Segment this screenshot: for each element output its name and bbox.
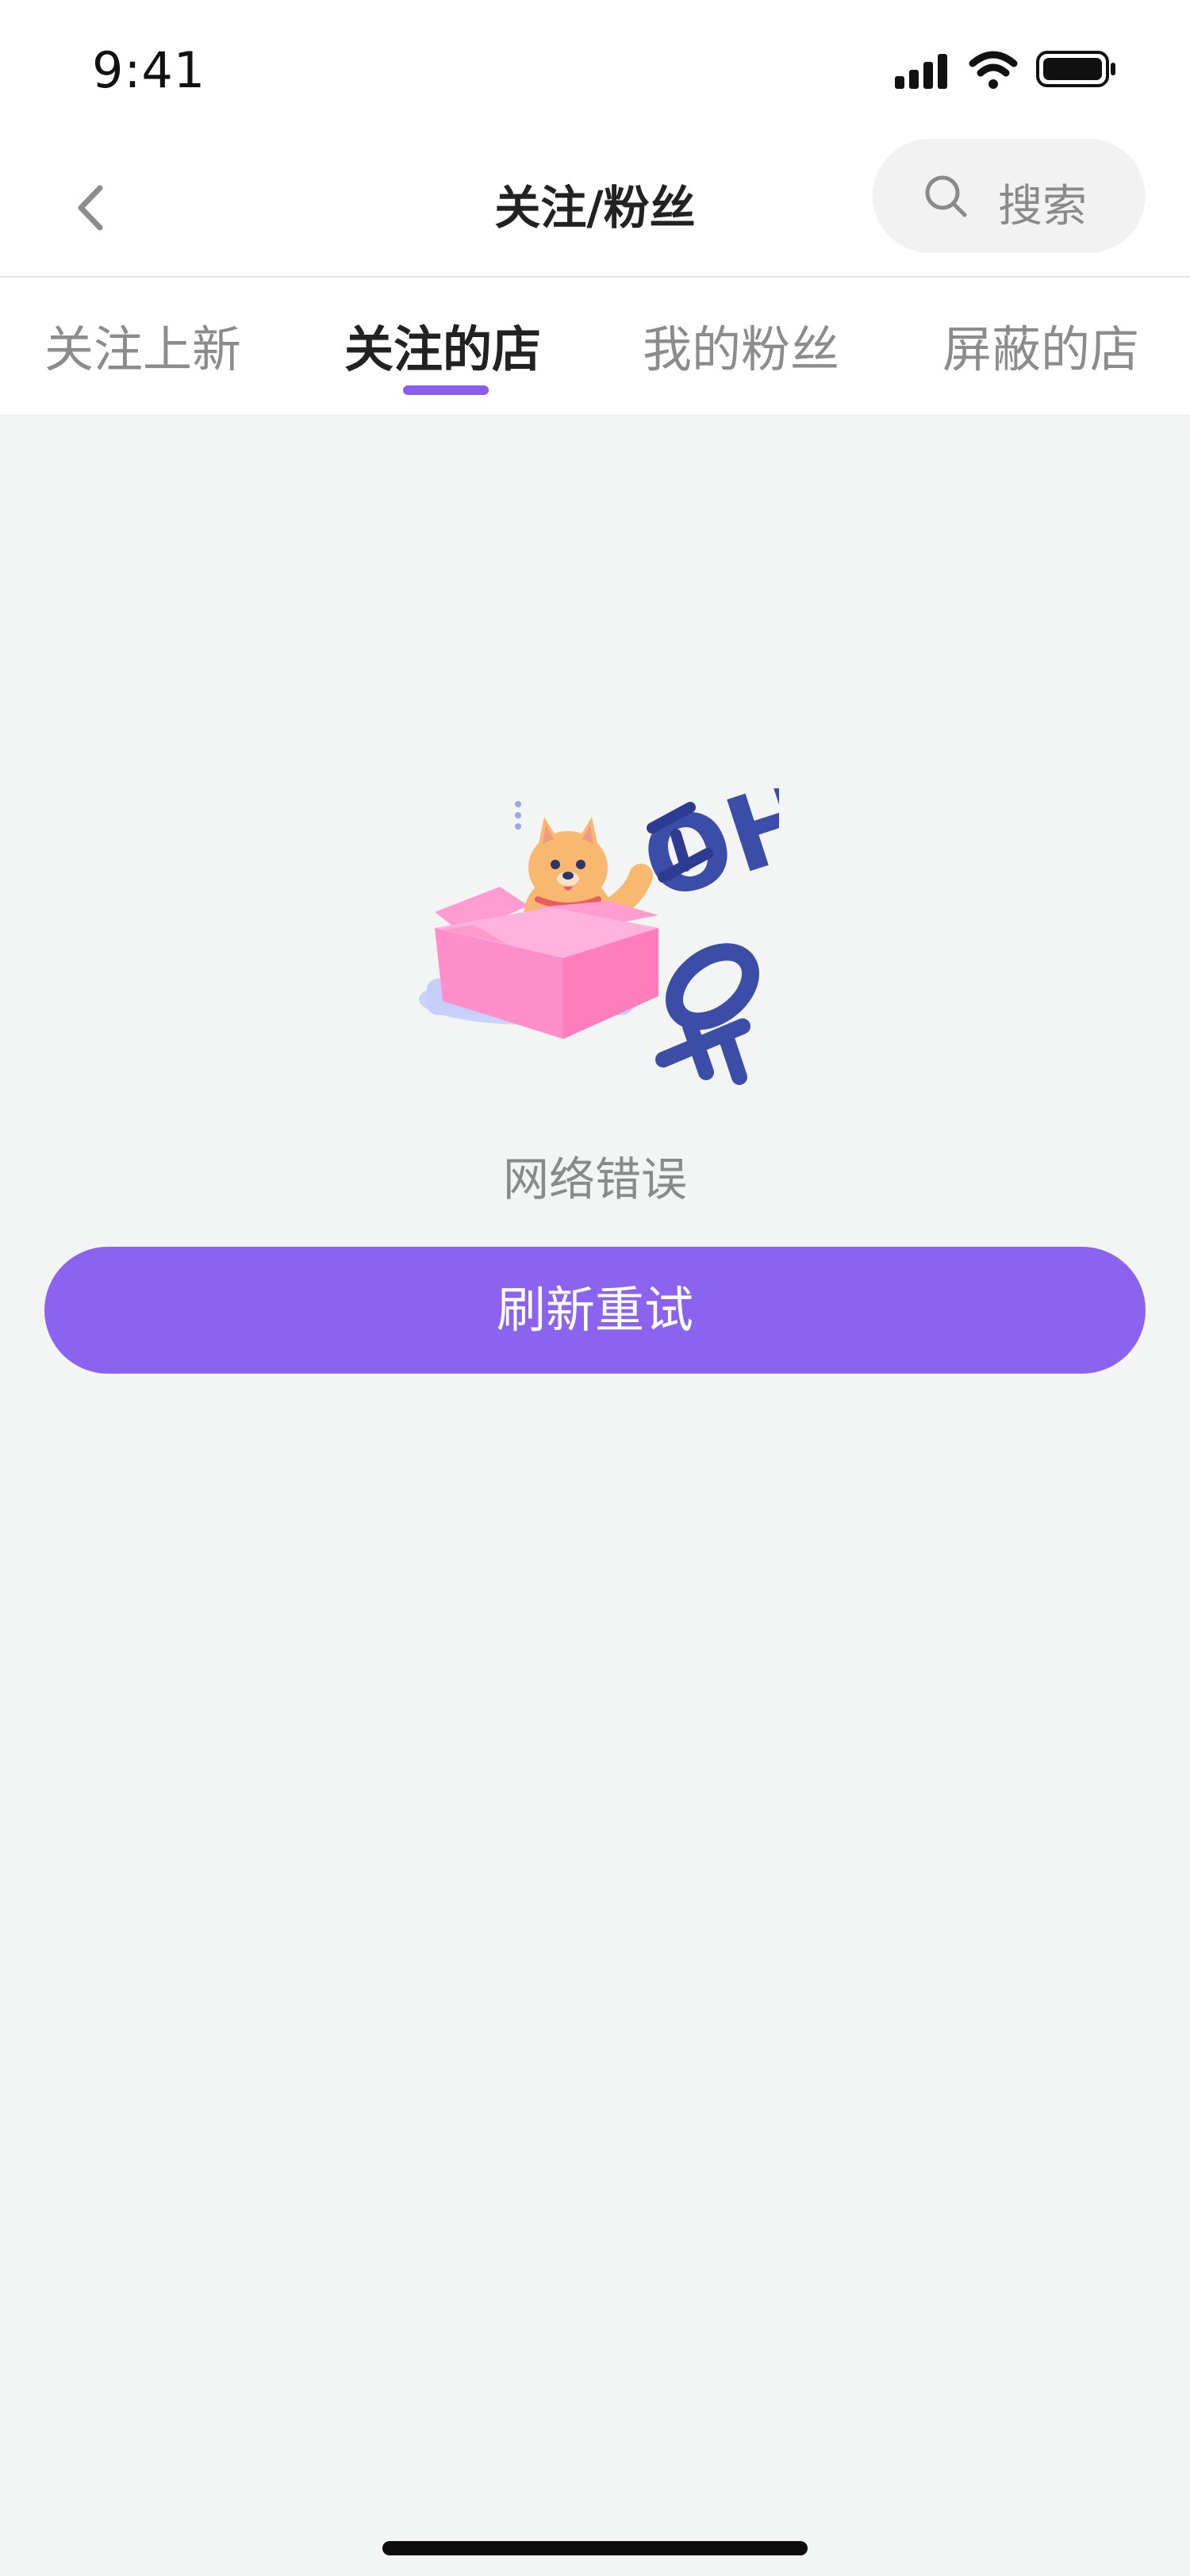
status-bar: 9:41: [0, 0, 1190, 139]
tab-blocked-shops[interactable]: 屏蔽的店: [942, 309, 1139, 381]
active-tab-indicator: [403, 385, 489, 395]
wifi-icon: [969, 51, 1018, 89]
status-time: 9:41: [92, 41, 206, 99]
battery-icon: [1036, 51, 1115, 87]
tab-followed-shops[interactable]: 关注的店: [344, 309, 541, 381]
signal-icon: [895, 54, 947, 89]
error-message: 网络错误: [502, 1152, 687, 1206]
tab-bar: 关注上新 关注的店 我的粉丝 屏蔽的店: [0, 278, 1190, 414]
error-illustration: OH: [419, 788, 779, 1085]
tab-following-new[interactable]: 关注上新: [44, 309, 241, 381]
navigation-bar: 关注/粉丝 搜索: [0, 139, 1190, 278]
tab-my-fans[interactable]: 我的粉丝: [643, 309, 839, 381]
status-icons: [895, 51, 1115, 89]
search-icon: [925, 175, 967, 217]
home-indicator: [382, 2541, 808, 2555]
search-button[interactable]: 搜索: [873, 139, 1146, 253]
retry-button[interactable]: 刷新重试: [44, 1247, 1146, 1374]
search-label: 搜索: [998, 181, 1087, 232]
